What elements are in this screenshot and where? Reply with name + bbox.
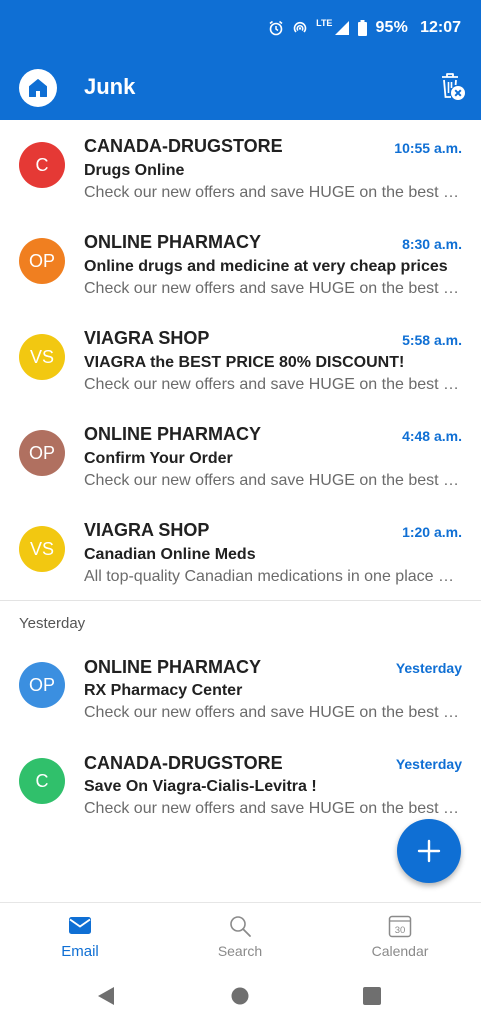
status-bar: LTE 95% 12:07 <box>0 0 481 56</box>
battery-icon <box>358 20 368 36</box>
message-subject: Drugs Online <box>84 162 185 179</box>
sender-avatar: OP <box>19 238 65 284</box>
sender-avatar: VS <box>19 334 65 380</box>
message-time: 8:30 a.m. <box>402 236 462 252</box>
message-time: 1:20 a.m. <box>402 524 462 540</box>
message-preview: Check our new offers and save HUGE on th… <box>84 704 462 721</box>
message-preview: Check our new offers and save HUGE on th… <box>84 800 462 817</box>
message-time: 5:58 a.m. <box>402 332 462 348</box>
lte-indicator: LTE <box>316 18 333 28</box>
message-preview: Check our new offers and save HUGE on th… <box>84 472 462 489</box>
message-time: Yesterday <box>395 660 462 676</box>
search-icon <box>230 916 251 937</box>
calendar-date: 30 <box>395 925 406 936</box>
status-icons: LTE 95% 12:07 <box>268 16 461 40</box>
message-subject: VIAGRA the BEST PRICE 80% DISCOUNT! <box>84 354 405 371</box>
plus-icon <box>417 839 441 863</box>
message-preview: Check our new offers and save HUGE on th… <box>84 184 462 201</box>
message-preview: All top-quality Canadian medications in … <box>84 568 462 585</box>
sender-avatar: C <box>19 142 65 188</box>
sender-name: ONLINE PHARMACY <box>84 657 262 677</box>
sender-name: CANADA-DRUGSTORE <box>84 753 283 773</box>
nav-calendar[interactable]: 30 Calendar <box>320 903 480 967</box>
message-item[interactable]: C CANADA-DRUGSTORE Yesterday Save On Via… <box>0 736 481 832</box>
message-subject: Online drugs and medicine at very cheap … <box>84 258 448 275</box>
sender-name: CANADA-DRUGSTORE <box>84 136 283 156</box>
sender-name: ONLINE PHARMACY <box>84 424 262 444</box>
compose-button[interactable] <box>397 819 461 883</box>
sender-avatar: OP <box>19 430 65 476</box>
nav-search-label: Search <box>217 943 263 959</box>
sender-avatar: OP <box>19 662 65 708</box>
section-divider <box>0 600 481 601</box>
sender-name: VIAGRA SHOP <box>84 328 210 348</box>
message-item[interactable]: OP ONLINE PHARMACY 8:30 a.m. Online drug… <box>0 216 481 312</box>
nav-email-label: Email <box>61 943 99 960</box>
battery-percent: 95% <box>375 19 409 36</box>
alarm-icon <box>269 20 283 36</box>
mail-icon <box>69 917 91 934</box>
message-time: 10:55 a.m. <box>394 140 462 156</box>
app-bar: Junk <box>0 56 481 120</box>
home-nav-icon[interactable] <box>231 987 249 1005</box>
message-item[interactable]: C CANADA-DRUGSTORE 10:55 a.m. Drugs Onli… <box>0 120 481 216</box>
sender-avatar: VS <box>19 526 65 572</box>
bottom-nav: Email Search 30 Calendar <box>0 902 481 966</box>
nav-calendar-label: Calendar <box>371 943 429 959</box>
sender-name: VIAGRA SHOP <box>84 520 210 540</box>
empty-junk-button[interactable] <box>439 72 467 102</box>
message-subject: Canadian Online Meds <box>84 546 256 563</box>
nav-search[interactable]: Search <box>160 903 320 967</box>
message-time: Yesterday <box>395 756 462 772</box>
folder-title: Junk <box>84 74 136 99</box>
message-preview: Check our new offers and save HUGE on th… <box>84 376 462 393</box>
message-preview: Check our new offers and save HUGE on th… <box>84 280 462 297</box>
message-subject: Confirm Your Order <box>84 450 233 467</box>
delete-icon <box>442 73 465 100</box>
sender-avatar: C <box>19 758 65 804</box>
message-list-today: C CANADA-DRUGSTORE 10:55 a.m. Drugs Onli… <box>0 120 481 600</box>
message-item[interactable]: OP ONLINE PHARMACY 4:48 a.m. Confirm You… <box>0 408 481 504</box>
sender-name: ONLINE PHARMACY <box>84 232 262 252</box>
message-subject: Save On Viagra-Cialis-Levitra ! <box>84 778 317 795</box>
signal-icon <box>335 21 350 35</box>
hotspot-icon <box>293 21 307 33</box>
back-icon[interactable] <box>97 986 115 1006</box>
message-subject: RX Pharmacy Center <box>84 682 243 699</box>
message-item[interactable]: VS VIAGRA SHOP 5:58 a.m. VIAGRA the BEST… <box>0 312 481 408</box>
home-button[interactable] <box>19 69 57 107</box>
message-list-yesterday: OP ONLINE PHARMACY Yesterday RX Pharmacy… <box>0 640 481 832</box>
message-item[interactable]: VS VIAGRA SHOP 1:20 a.m. Canadian Online… <box>0 504 481 600</box>
section-header-yesterday: Yesterday <box>19 615 86 632</box>
recents-icon[interactable] <box>363 987 381 1005</box>
calendar-icon: 30 <box>388 915 412 938</box>
message-item[interactable]: OP ONLINE PHARMACY Yesterday RX Pharmacy… <box>0 640 481 736</box>
home-icon <box>29 79 47 97</box>
clock: 12:07 <box>420 19 461 36</box>
message-time: 4:48 a.m. <box>402 428 462 444</box>
system-nav-bar <box>0 966 481 1024</box>
nav-email[interactable]: Email <box>0 903 160 967</box>
